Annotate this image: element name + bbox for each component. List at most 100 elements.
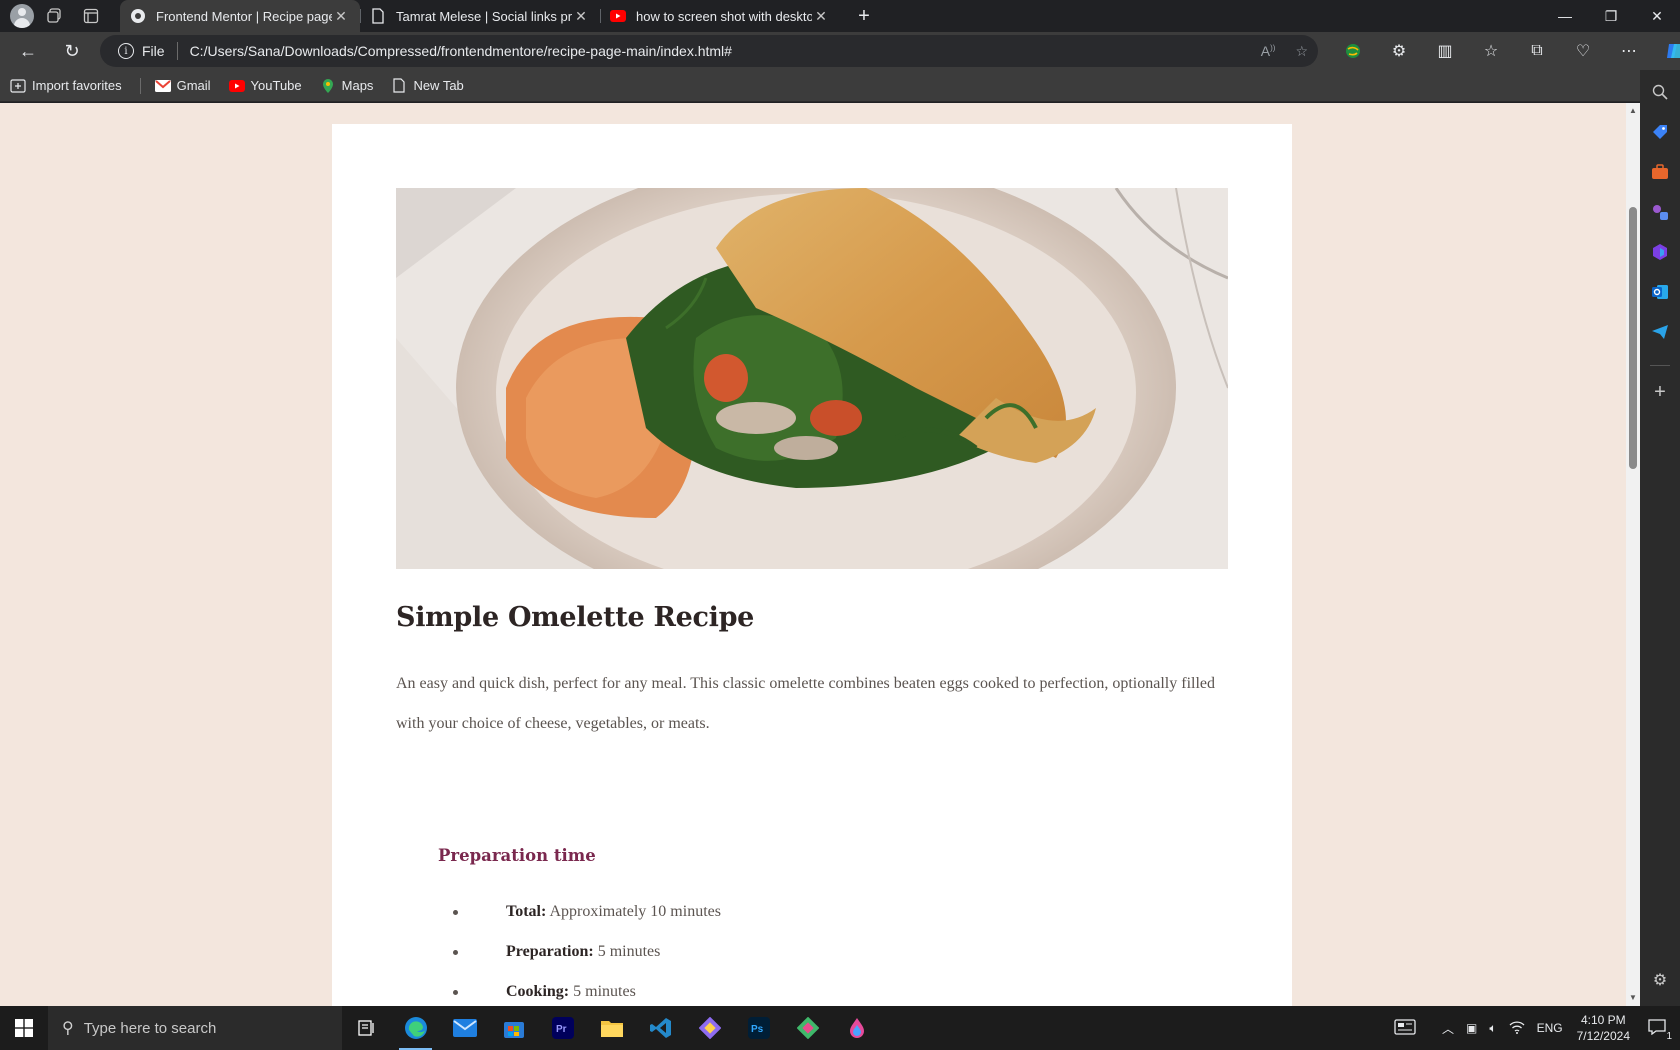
- tab-youtube[interactable]: how to screen shot with desktop ✕: [600, 0, 840, 32]
- premiere-pro-icon[interactable]: Pr: [538, 1006, 587, 1050]
- toolbar-icons: ⚙ ▥ ☆ ⧉ ♡ ⋯: [1330, 32, 1680, 70]
- task-view-icon[interactable]: [342, 1006, 391, 1050]
- search-icon[interactable]: [1648, 80, 1672, 104]
- split-screen-icon[interactable]: ▥: [1422, 32, 1468, 70]
- page-icon: [391, 78, 407, 94]
- settings-gear-icon[interactable]: ⚙: [1648, 968, 1672, 992]
- notification-center-icon[interactable]: 1: [1648, 1018, 1672, 1042]
- tab-strip: Frontend Mentor | Recipe page ✕ Tamrat M…: [0, 0, 1680, 32]
- refresh-button[interactable]: ↻: [54, 35, 90, 67]
- item-label: Cooking:: [506, 983, 570, 1000]
- notification-count: 1: [1666, 1030, 1672, 1042]
- search-icon: ⚲: [62, 1020, 74, 1037]
- show-hidden-icons-chevron-icon[interactable]: ︿: [1442, 1020, 1454, 1037]
- outlook-icon[interactable]: [1648, 280, 1672, 304]
- photoshop-icon[interactable]: Ps: [734, 1006, 783, 1050]
- search-placeholder: Type here to search: [83, 1019, 217, 1037]
- meet-now-icon[interactable]: ▣: [1466, 1021, 1477, 1035]
- workspaces-icon[interactable]: [40, 1, 70, 31]
- clock[interactable]: 4:10 PM 7/12/2024: [1577, 1012, 1630, 1044]
- system-tray: ︿ ▣ 🔈︎ ENG 4:10 PM 7/12/2024 1: [1388, 1006, 1680, 1050]
- minimize-button[interactable]: —: [1542, 0, 1588, 32]
- favorite-gmail[interactable]: Gmail: [154, 78, 211, 94]
- close-window-button[interactable]: ✕: [1634, 0, 1680, 32]
- telegram-send-icon[interactable]: [1648, 320, 1672, 344]
- store-app-icon[interactable]: [489, 1006, 538, 1050]
- address-bar[interactable]: i File C:/Users/Sana/Downloads/Compresse…: [100, 35, 1318, 67]
- favorite-import[interactable]: Import favorites: [10, 78, 122, 94]
- favorite-maps[interactable]: Maps: [320, 78, 374, 94]
- color-picker-drop-icon[interactable]: [832, 1006, 881, 1050]
- item-value: 5 minutes: [597, 943, 661, 960]
- page-viewport: Simple Omelette Recipe An easy and quick…: [0, 103, 1640, 1006]
- mail-app-icon[interactable]: [440, 1006, 489, 1050]
- favorite-label: Maps: [341, 78, 374, 93]
- start-button[interactable]: [0, 1006, 48, 1050]
- divider: [176, 42, 178, 60]
- favorites-icon[interactable]: ☆: [1468, 32, 1514, 70]
- profile-avatar[interactable]: [10, 4, 34, 28]
- vscode-icon[interactable]: [636, 1006, 685, 1050]
- volume-icon[interactable]: 🔈︎: [1489, 1021, 1496, 1036]
- games-icon[interactable]: [1648, 200, 1672, 224]
- language-indicator[interactable]: ENG: [1537, 1021, 1563, 1035]
- vertical-scrollbar[interactable]: ▲ ▼: [1626, 103, 1640, 1006]
- favorite-youtube[interactable]: YouTube: [228, 78, 302, 94]
- window-controls: — ❐ ✕: [1542, 0, 1680, 32]
- navigation-bar: ← ↻ i File C:/Users/Sana/Downloads/Compr…: [0, 32, 1680, 70]
- youtube-icon: [610, 8, 626, 24]
- favorite-label: New Tab: [413, 78, 464, 93]
- favorite-label: Gmail: [176, 78, 211, 93]
- new-tab-button[interactable]: +: [850, 2, 878, 30]
- item-label: Total:: [506, 903, 547, 920]
- back-button[interactable]: ←: [10, 35, 46, 67]
- favorite-star-icon[interactable]: ☆: [1295, 43, 1308, 60]
- shopping-tag-icon[interactable]: [1648, 120, 1672, 144]
- close-tab-icon[interactable]: ✕: [812, 8, 830, 25]
- close-tab-icon[interactable]: ✕: [572, 8, 590, 25]
- tools-briefcase-icon[interactable]: [1648, 160, 1672, 184]
- git-app-icon[interactable]: [685, 1006, 734, 1050]
- more-options-icon[interactable]: ⋯: [1606, 32, 1652, 70]
- scroll-thumb[interactable]: [1629, 207, 1637, 469]
- browser-essentials-icon[interactable]: ♡: [1560, 32, 1606, 70]
- file-explorer-icon[interactable]: [587, 1006, 636, 1050]
- add-icon[interactable]: +: [1648, 380, 1672, 404]
- edge-app-icon[interactable]: [391, 1006, 440, 1050]
- close-tab-icon[interactable]: ✕: [332, 8, 350, 25]
- clock-time: 4:10 PM: [1580, 1013, 1626, 1027]
- microsoft-365-icon[interactable]: [1648, 240, 1672, 264]
- divider: [1650, 365, 1670, 366]
- tab-title: how to screen shot with desktop: [636, 8, 812, 24]
- scroll-up-arrow-icon[interactable]: ▲: [1629, 107, 1637, 115]
- clock-date: 7/12/2024: [1576, 1029, 1630, 1043]
- preparation-heading: Preparation time: [438, 846, 596, 865]
- scroll-down-arrow-icon[interactable]: ▼: [1629, 994, 1637, 1002]
- recipe-card: Simple Omelette Recipe An easy and quick…: [332, 124, 1292, 1006]
- read-aloud-icon[interactable]: A)): [1261, 43, 1276, 59]
- copilot-icon[interactable]: [1652, 32, 1680, 70]
- list-item: Cooking: 5 minutes: [438, 972, 938, 1006]
- gmail-icon: [154, 78, 171, 94]
- edge-sidebar: + ⚙: [1640, 70, 1680, 1006]
- item-value: 5 minutes: [573, 983, 636, 1000]
- extensions-icon[interactable]: ⚙: [1376, 32, 1422, 70]
- collections-icon[interactable]: ⧉: [1514, 32, 1560, 70]
- wifi-icon[interactable]: [1509, 1020, 1525, 1037]
- extension-globe-icon[interactable]: [1330, 32, 1376, 70]
- favorites-bar: Import favorites Gmail YouTube Maps New …: [0, 70, 1640, 102]
- restore-button[interactable]: ❐: [1588, 0, 1634, 32]
- tab-actions-icon[interactable]: [76, 1, 106, 31]
- sourcetree-app-icon[interactable]: [783, 1006, 832, 1050]
- tab-title: Tamrat Melese | Social links profil: [396, 8, 572, 24]
- taskbar-search[interactable]: ⚲ Type here to search: [48, 1006, 342, 1050]
- list-item: Total: Approximately 10 minutes: [438, 892, 938, 932]
- news-widget-icon[interactable]: [1394, 1018, 1416, 1038]
- favorite-new-tab[interactable]: New Tab: [391, 78, 464, 94]
- tab-recipe-page[interactable]: Frontend Mentor | Recipe page ✕: [120, 0, 360, 32]
- tab-social-links[interactable]: Tamrat Melese | Social links profil ✕: [360, 0, 600, 32]
- windows-taskbar: ⚲ Type here to search Pr Ps ︿ ▣ 🔈︎ ENG 4…: [0, 1006, 1680, 1050]
- recipe-image: [396, 188, 1228, 569]
- url-text[interactable]: C:/Users/Sana/Downloads/Compressed/front…: [190, 43, 732, 59]
- info-icon[interactable]: i: [118, 43, 134, 59]
